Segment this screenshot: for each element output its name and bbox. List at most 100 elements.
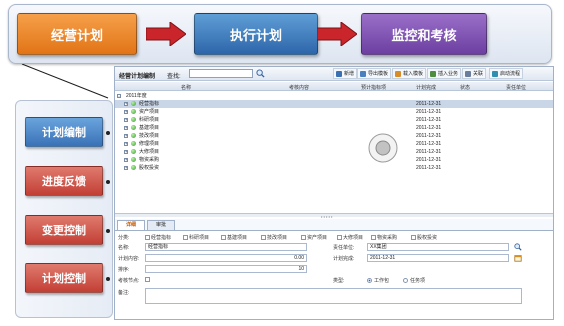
radio-selected-icon[interactable] — [367, 278, 372, 284]
category-option[interactable]: 经营指标 — [145, 234, 171, 241]
expand-toggle-icon[interactable]: + — [124, 102, 128, 106]
tree-row[interactable]: + 科研项目 2011-12-31 — [115, 116, 553, 124]
type-option-workpackage-label: 工作包 — [374, 278, 390, 284]
radio-icon[interactable] — [403, 278, 408, 284]
remark-label: 备注: — [118, 290, 130, 296]
bullet-dot — [106, 131, 110, 135]
col-expected[interactable]: 预计指标项 — [361, 84, 386, 91]
checkbox-icon[interactable] — [221, 235, 226, 241]
order-label: 排序: — [118, 267, 130, 273]
expand-toggle-icon[interactable]: + — [124, 158, 128, 162]
tab-detail[interactable]: 详细 — [117, 220, 145, 230]
category-option[interactable]: 资产项目 — [301, 234, 327, 241]
export-template-button[interactable]: 导出模板 — [357, 68, 392, 79]
expand-toggle-icon[interactable]: + — [124, 142, 128, 146]
category-option-label: 技改项目 — [267, 235, 288, 241]
col-responsible[interactable]: 责任单位 — [506, 84, 526, 91]
complete-date-field[interactable]: 2011-12-31 — [367, 254, 509, 262]
col-assess[interactable]: 考核内容 — [289, 84, 309, 91]
export-template-label: 导出模板 — [368, 71, 389, 77]
category-option[interactable]: 物资采购 — [371, 234, 397, 241]
expand-toggle-icon[interactable]: + — [124, 166, 128, 170]
category-option[interactable]: 基建项目 — [221, 234, 247, 241]
function-panel: 计划编制 进度反馈 变更控制 计划控制 — [15, 100, 113, 318]
node-icon — [131, 109, 136, 114]
tree-row[interactable]: + 物资采购 2011-12-31 — [115, 156, 553, 164]
expand-toggle-icon[interactable]: + — [124, 110, 128, 114]
category-option[interactable]: 技改项目 — [261, 234, 287, 241]
name-field[interactable]: 经营指标 — [145, 243, 307, 251]
bullet-dot — [106, 277, 110, 281]
tree-row[interactable]: + 基建项目 2011-12-31 — [115, 124, 553, 132]
plan-compile-button[interactable]: 计划编制 — [25, 117, 103, 147]
stage-monitor-assess[interactable]: 监控和考核 — [361, 13, 487, 55]
checkbox-icon[interactable] — [371, 235, 376, 241]
tab-approval[interactable]: 审批 — [147, 220, 175, 230]
category-option[interactable]: 股权投资 — [411, 234, 437, 241]
change-control-button[interactable]: 变更控制 — [25, 215, 103, 245]
tree-row[interactable]: + 修理项目 2011-12-31 — [115, 140, 553, 148]
tree-row[interactable]: + 技改项目 2011-12-31 — [115, 132, 553, 140]
load-template-button[interactable]: 载入模板 — [392, 68, 427, 79]
add-icon — [336, 70, 342, 77]
calendar-icon[interactable] — [514, 254, 522, 262]
tree-row[interactable]: + 资产项目 2011-12-31 — [115, 108, 553, 116]
checkbox-icon[interactable] — [411, 235, 416, 241]
expand-toggle-icon[interactable]: + — [124, 150, 128, 154]
tree-root-row[interactable]: - 2011年度 — [115, 92, 553, 100]
tree-row[interactable]: + 经营指标 2011-12-31 — [115, 100, 553, 108]
associate-button[interactable]: 关联 — [462, 68, 487, 79]
assess-node-label: 考核节点: — [118, 278, 140, 284]
stage-business-plan[interactable]: 经营计划 — [17, 13, 137, 55]
remark-textarea[interactable] — [145, 288, 522, 304]
col-name[interactable]: 名称 — [181, 84, 191, 91]
tree-row[interactable]: + 股权投资 2011-12-31 — [115, 164, 553, 172]
tree-row-label: 修理项目 — [139, 141, 160, 147]
expand-toggle-icon[interactable]: + — [124, 126, 128, 130]
planned-label: 计划内容: — [118, 256, 140, 262]
category-label: 分类: — [118, 235, 130, 241]
checkbox-icon[interactable] — [337, 235, 342, 241]
type-option-task-label: 任务项 — [410, 278, 426, 284]
search-icon[interactable] — [514, 243, 522, 251]
category-option[interactable]: 科研项目 — [183, 234, 209, 241]
search-input[interactable] — [189, 69, 253, 78]
grid-header: 名称 考核内容 预计指标项 计划完成 状态 责任单位 — [115, 82, 553, 91]
type-option-task[interactable]: 任务项 — [403, 277, 425, 284]
start-process-button[interactable]: 启动流程 — [489, 68, 524, 79]
associate-label: 关联 — [473, 71, 484, 77]
tree-row-date: 2011-12-31 — [416, 117, 442, 123]
search-icon[interactable] — [256, 69, 265, 78]
checkbox-icon[interactable] — [301, 235, 306, 241]
col-planned-complete[interactable]: 计划完成 — [416, 84, 436, 91]
unit-label: 责任单位: — [333, 245, 355, 251]
collapse-toggle-icon[interactable]: - — [117, 94, 121, 98]
planned-field[interactable]: 0.00 — [145, 254, 307, 262]
checkbox-icon[interactable] — [183, 235, 188, 241]
tree-row-date: 2011-12-31 — [416, 109, 442, 115]
assess-node-checkbox[interactable] — [145, 277, 150, 282]
insert-icon — [430, 70, 436, 77]
bullet-dot — [106, 229, 110, 233]
tree-row[interactable]: + 大修项目 2011-12-31 — [115, 148, 553, 156]
type-label: 类型: — [333, 278, 345, 284]
expand-toggle-icon[interactable]: + — [124, 118, 128, 122]
insert-business-button[interactable]: 插入业务 — [427, 68, 462, 79]
panel-splitter[interactable]: • • • • • — [115, 213, 553, 219]
col-status[interactable]: 状态 — [460, 84, 470, 91]
connector-line — [21, 64, 109, 99]
category-option[interactable]: 大修项目 — [337, 234, 363, 241]
checkbox-icon[interactable] — [261, 235, 266, 241]
stage-execution-plan[interactable]: 执行计划 — [194, 13, 318, 55]
node-icon — [131, 165, 136, 170]
tree-row-label: 基建项目 — [139, 125, 160, 131]
node-icon — [131, 125, 136, 130]
order-field[interactable]: 10 — [145, 265, 307, 273]
checkbox-icon[interactable] — [145, 235, 150, 241]
unit-field[interactable]: XX集团 — [367, 243, 509, 251]
type-option-workpackage[interactable]: 工作包 — [367, 277, 389, 284]
plan-control-button[interactable]: 计划控制 — [25, 263, 103, 293]
add-button[interactable]: 新增 — [333, 68, 358, 79]
progress-feedback-button[interactable]: 进度反馈 — [25, 166, 103, 196]
expand-toggle-icon[interactable]: + — [124, 134, 128, 138]
